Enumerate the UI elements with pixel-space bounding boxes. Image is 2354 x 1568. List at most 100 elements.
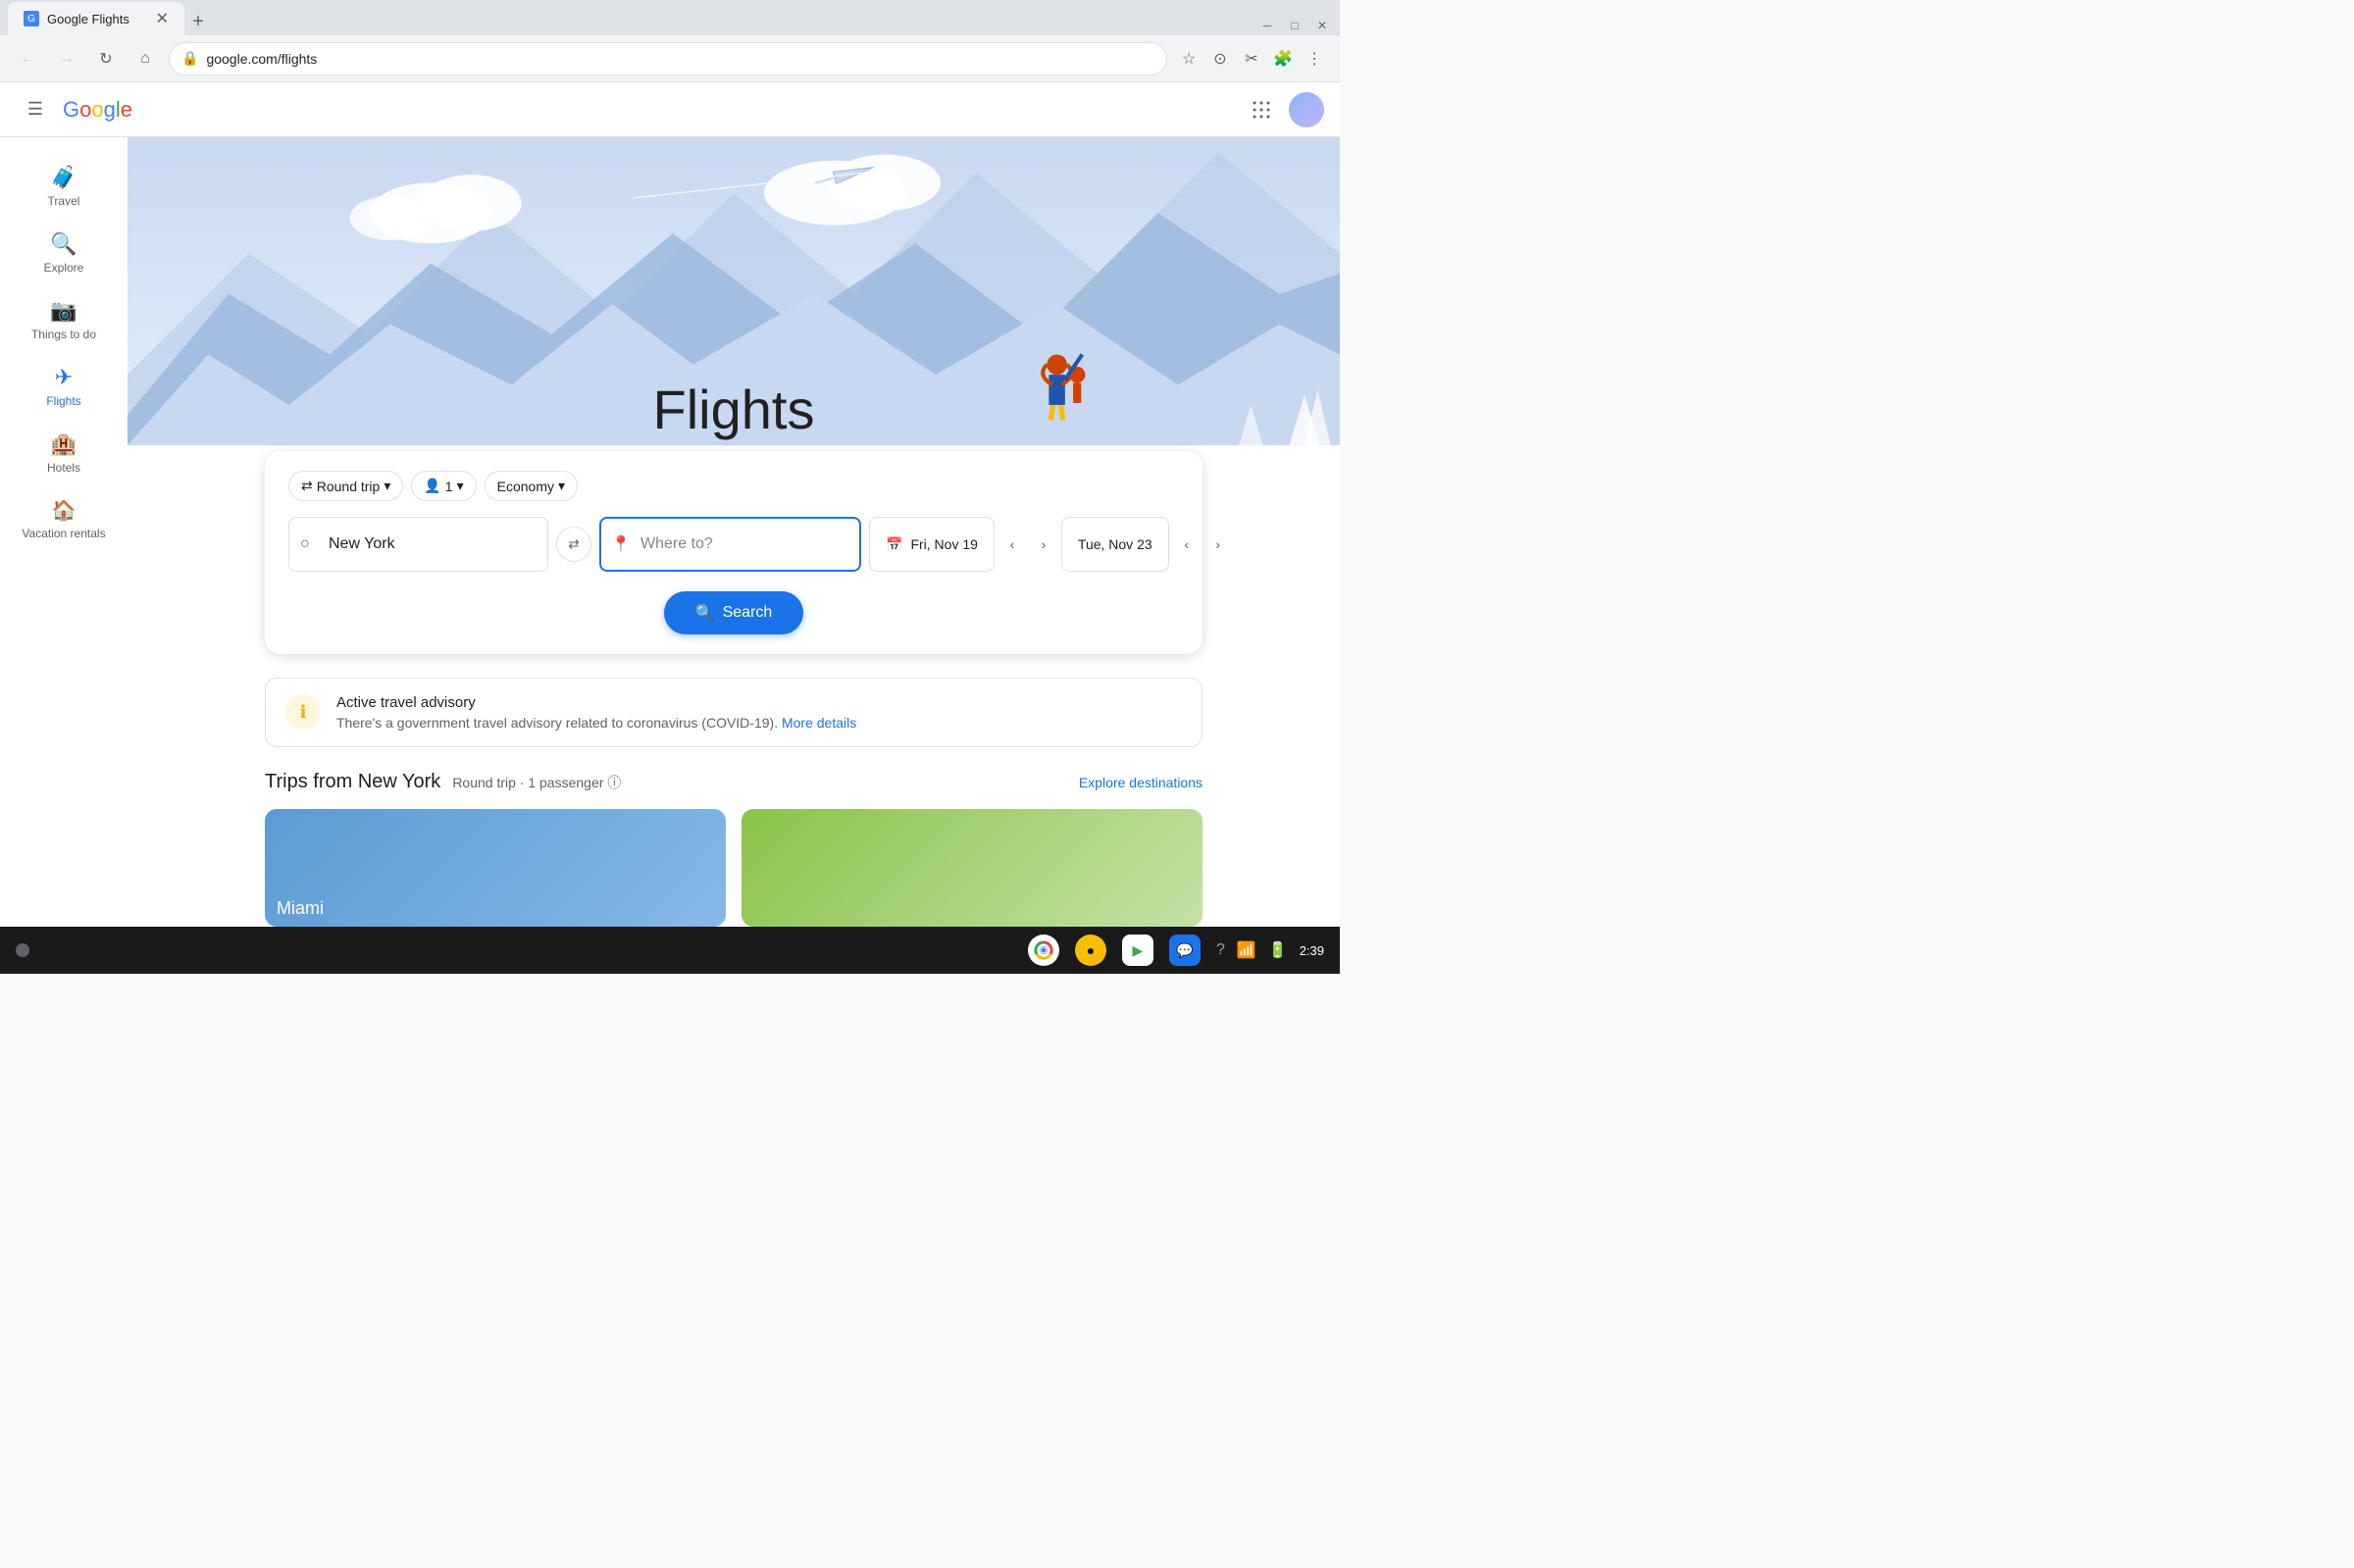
sidebar-item-flights[interactable]: ✈ Flights <box>8 353 120 420</box>
nav-actions: ☆ ⊙ ✂ 🧩 ⋮ <box>1175 45 1328 73</box>
menu-button[interactable]: ☰ <box>16 90 55 129</box>
forward-button[interactable]: → <box>51 43 82 75</box>
google-header: ☰ G o o g l e <box>0 82 1340 137</box>
depart-next-button[interactable]: › <box>1030 531 1057 558</box>
cabin-class-label: Economy <box>497 479 554 494</box>
maximize-button[interactable]: □ <box>1285 16 1305 35</box>
swap-icon: ⇄ <box>568 536 579 552</box>
search-button[interactable]: 🔍 Search <box>664 591 804 634</box>
return-date-field[interactable]: Tue, Nov 23 <box>1061 517 1169 572</box>
google-apps-button[interactable] <box>1242 90 1281 129</box>
destination-input[interactable] <box>599 517 861 572</box>
passengers-button[interactable]: 👤 1 ▾ <box>411 471 476 501</box>
sidebar-item-things-to-do[interactable]: 📷 Things to do <box>8 286 120 353</box>
address-bar[interactable]: 🔒 google.com/flights <box>169 42 1167 76</box>
search-box: ⇄ Round trip ▾ 👤 1 ▾ Economy ▾ <box>265 451 1203 654</box>
search-button-icon: 🔍 <box>695 603 715 623</box>
trip-type-label: Round trip <box>317 479 381 494</box>
depart-date-field[interactable]: 📅 Fri, Nov 19 <box>869 517 995 572</box>
return-prev-button[interactable]: ‹ <box>1173 531 1201 558</box>
trip-card-2[interactable] <box>742 809 1203 927</box>
trip-type-button[interactable]: ⇄ Round trip ▾ <box>288 471 403 501</box>
taskbar-chat-icon[interactable]: 💬 <box>1169 935 1201 966</box>
logo-letter-e: e <box>121 97 132 123</box>
advisory-desc-text: There's a government travel advisory rel… <box>336 715 778 731</box>
search-fields-row: ○ ⇄ 📍 <box>288 517 1179 572</box>
hero-section: Flights <box>128 137 1340 471</box>
taskbar: ● ▶ 💬 ? 📶 🔋 2:39 <box>0 927 1340 974</box>
logo-letter-o1: o <box>79 97 91 123</box>
trips-info-icon[interactable]: ⓘ <box>607 773 621 792</box>
explore-destinations-link[interactable]: Explore destinations <box>1079 775 1203 790</box>
passengers-count: 1 <box>445 479 453 494</box>
swap-arrows-icon: ⇄ <box>301 478 313 494</box>
sidebar-item-vacation-rentals[interactable]: 🏠 Vacation rentals <box>8 486 120 552</box>
sidebar-item-hotels[interactable]: 🏨 Hotels <box>8 420 120 486</box>
origin-input[interactable] <box>288 517 548 572</box>
question-mark-icon[interactable]: ? <box>1216 941 1225 959</box>
search-options-row: ⇄ Round trip ▾ 👤 1 ▾ Economy ▾ <box>288 471 1179 501</box>
return-date-label: Tue, Nov 23 <box>1078 536 1152 552</box>
refresh-button[interactable]: ↻ <box>90 43 122 75</box>
lock-icon: 🔒 <box>181 50 198 67</box>
explore-icon: 🔍 <box>50 231 77 257</box>
back-button[interactable]: ← <box>12 43 43 75</box>
extensions-button[interactable]: 🧩 <box>1269 45 1297 73</box>
advisory-description: There's a government travel advisory rel… <box>336 715 1182 731</box>
swap-airports-button[interactable]: ⇄ <box>556 527 591 562</box>
wifi-icon: 📶 <box>1237 940 1256 960</box>
tab-favicon: G <box>24 11 39 26</box>
tab-close-button[interactable]: ✕ <box>156 9 169 28</box>
taskbar-right: ? 📶 🔋 2:39 <box>1216 940 1324 960</box>
scissors-button[interactable]: ✂ <box>1238 45 1265 73</box>
star-button[interactable]: ☆ <box>1175 45 1203 73</box>
taskbar-chrome-icon[interactable] <box>1028 935 1059 966</box>
sidebar-item-explore[interactable]: 🔍 Explore <box>8 220 120 286</box>
close-window-button[interactable]: ✕ <box>1312 16 1332 35</box>
logo-letter-o2: o <box>91 97 103 123</box>
things-to-do-icon: 📷 <box>50 298 77 324</box>
trip-type-arrow-icon: ▾ <box>384 478 390 494</box>
chat-icon-label: 💬 <box>1176 942 1193 959</box>
address-text: google.com/flights <box>206 51 317 67</box>
destination-field-wrap: 📍 <box>599 517 861 572</box>
taskbar-time: 2:39 <box>1300 943 1324 958</box>
search-btn-wrap: 🔍 Search <box>288 591 1179 634</box>
trip-card-1-city: Miami <box>277 898 324 919</box>
user-avatar[interactable] <box>1289 92 1324 127</box>
header-right <box>1242 90 1324 129</box>
more-button[interactable]: ⋮ <box>1301 45 1328 73</box>
taskbar-meet-icon[interactable]: ▶ <box>1122 935 1153 966</box>
taskbar-indicator <box>16 943 29 957</box>
sidebar-item-travel[interactable]: 🧳 Travel <box>8 153 120 220</box>
advisory-container: ℹ Active travel advisory There's a gover… <box>128 654 1340 747</box>
content-wrapper: 🧳 Travel 🔍 Explore 📷 Things to do ✈ Flig… <box>0 137 1340 927</box>
screenshot-button[interactable]: ⊙ <box>1206 45 1234 73</box>
sidebar: 🧳 Travel 🔍 Explore 📷 Things to do ✈ Flig… <box>0 137 128 927</box>
depart-prev-button[interactable]: ‹ <box>998 531 1026 558</box>
trips-subtitle: Round trip · 1 passenger <box>452 775 603 790</box>
hotels-icon: 🏨 <box>50 431 77 457</box>
meet-icon-label: ▶ <box>1133 942 1144 959</box>
active-tab[interactable]: G Google Flights ✕ <box>8 2 184 35</box>
tab-title: Google Flights <box>47 12 129 26</box>
google-logo: G o o g l e <box>63 97 132 123</box>
new-tab-button[interactable]: + <box>184 8 212 35</box>
advisory-more-details-link[interactable]: More details <box>782 715 856 731</box>
page-title: Flights <box>653 378 815 441</box>
taskbar-orange-app-icon[interactable]: ● <box>1075 935 1106 966</box>
sidebar-label-vacation-rentals: Vacation rentals <box>22 527 105 540</box>
browser-nav-bar: ← → ↻ ⌂ 🔒 google.com/flights ☆ ⊙ ✂ 🧩 ⋮ <box>0 35 1340 82</box>
search-button-label: Search <box>723 604 773 622</box>
page: ☰ G o o g l e <box>0 82 1340 927</box>
origin-field-wrap: ○ <box>288 517 548 572</box>
minimize-button[interactable]: ─ <box>1257 16 1277 35</box>
trip-card-1[interactable]: Miami <box>265 809 726 927</box>
logo-letter-g2: g <box>104 97 116 123</box>
return-next-button[interactable]: › <box>1204 531 1232 558</box>
advisory-title: Active travel advisory <box>336 694 1182 711</box>
sidebar-label-travel: Travel <box>48 194 80 208</box>
cabin-class-button[interactable]: Economy ▾ <box>485 471 578 501</box>
battery-icon: 🔋 <box>1268 940 1288 960</box>
home-button[interactable]: ⌂ <box>129 43 161 75</box>
